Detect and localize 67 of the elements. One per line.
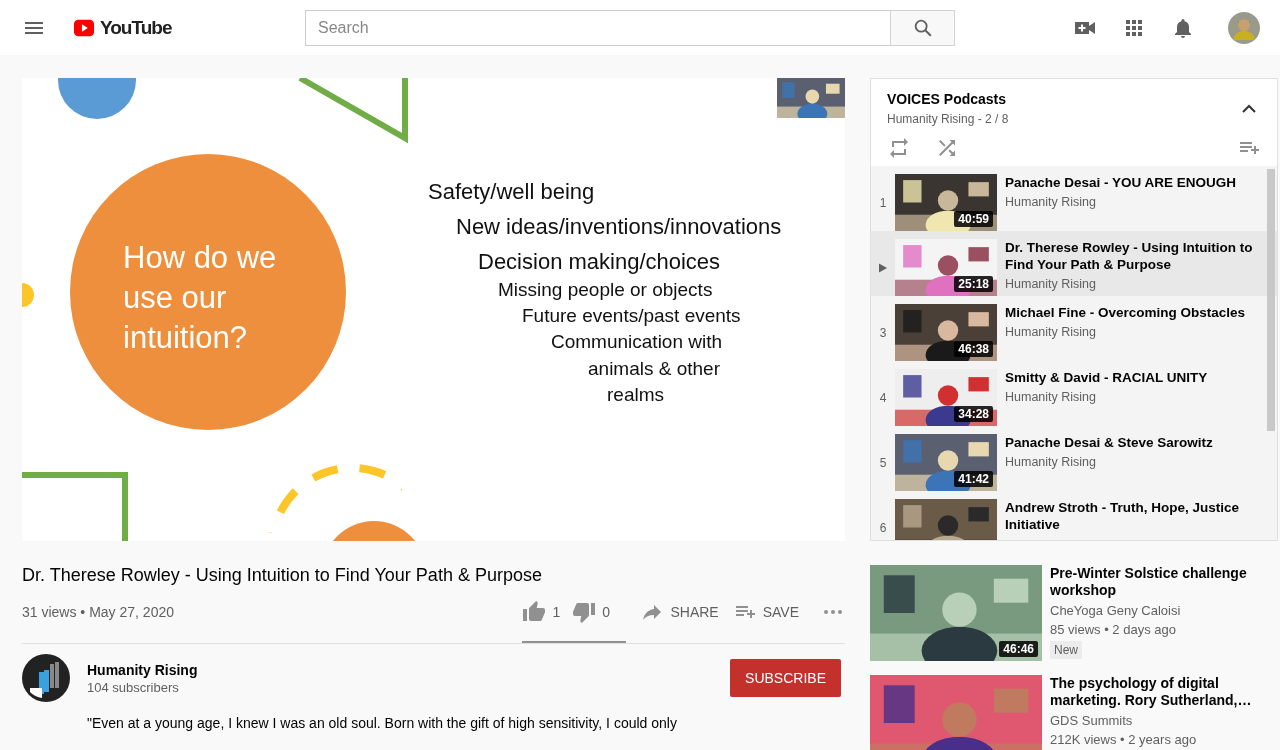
dislike-button[interactable]: 0 (572, 595, 611, 629)
channel-name: Humanity Rising (1005, 277, 1097, 291)
video-title: The psychology of digital marketing. Rory Sutherland,… (1050, 675, 1253, 709)
slide-text: Future events/past events (522, 305, 741, 328)
slide-text: realms (607, 384, 664, 407)
channel-name: Humanity Rising (1005, 390, 1097, 404)
video-meta: 85 views • 2 days ago (1050, 622, 1177, 637)
playlist-item[interactable]: 5 41:42 Panache Desai & Steve Sarowitz Humanity Rising (871, 426, 1277, 491)
slide-text: animals & other (588, 358, 720, 381)
recommended-video[interactable]: The psychology of digital marketing. Rory Sutherland,… GDS Summits 212K views • 2 years ago (870, 675, 1278, 750)
video-title: Panache Desai - YOU ARE ENOUGH (1005, 174, 1238, 191)
duration-badge: 41:42 (954, 471, 993, 487)
subscribe-button[interactable]: SUBSCRIBE (730, 659, 841, 697)
slide-text: Missing people or objects (498, 279, 713, 302)
channel-avatar-icon[interactable] (22, 654, 70, 702)
playlist-item[interactable]: 3 46:38 Michael Fine - Overcoming Obstacles Humanity Rising (871, 296, 1277, 361)
item-index: 4 (879, 390, 887, 405)
play-indicator-icon (877, 261, 889, 274)
slide-text: Communication with (551, 331, 723, 354)
duration-badge: 46:38 (954, 341, 993, 357)
video-title: Dr. Therese Rowley - Using Intuition to Find Your Path & Purpose (1005, 239, 1254, 273)
playlist-item[interactable]: 6 Andrew Stroth - Truth, Hope, Justice Initiative (871, 491, 1277, 540)
channel-name: Humanity Rising (1005, 455, 1097, 469)
video-description: "Even at a young age, I knew I was an old soul. Born with the gift of high sensitivity, I could only (87, 714, 678, 733)
playlist-item[interactable]: 4 34:28 Smitty & David - RACIAL UNITY Humanity Rising (871, 361, 1277, 426)
channel-name: Humanity Rising (1005, 325, 1097, 339)
share-button[interactable]: SHARE (640, 595, 719, 629)
thumbs-up-icon (522, 600, 547, 624)
item-index: 6 (879, 520, 887, 535)
search-button[interactable] (890, 9, 955, 46)
playlist-position: Humanity Rising - 2 / 8 (887, 112, 1009, 126)
channel-name: CheYoga Geny Caloisi (1050, 603, 1182, 618)
search-field[interactable]: Search (305, 9, 890, 46)
playlist-title[interactable]: VOICES Podcasts (887, 91, 1009, 107)
thumbs-down-icon (572, 600, 597, 624)
playlist-item[interactable]: 25:18 Dr. Therese Rowley - Using Intuition to Find Your Path & Purpose Humanity Rising (871, 231, 1277, 296)
duration-badge: 46:46 (999, 641, 1038, 657)
channel-name: GDS Summits (1050, 713, 1134, 728)
duration-badge: 34:28 (954, 406, 993, 422)
video-title: Pre-Winter Solstice challenge workshop (1050, 565, 1248, 599)
channel-name: Humanity Rising (1005, 195, 1097, 209)
slide-text: Safety/well being (428, 179, 595, 206)
video-title: Panache Desai & Steve Sarowitz (1005, 434, 1214, 451)
slide-text: New ideas/inventions/innovations (456, 214, 782, 241)
video-title: Smitty & David - RACIAL UNITY (1005, 369, 1209, 386)
video-meta: 31 views • May 27, 2020 (22, 604, 174, 620)
avatar-icon[interactable] (1228, 11, 1260, 44)
scrollbar-thumb[interactable] (1267, 169, 1275, 431)
item-index: 5 (879, 455, 887, 470)
like-button[interactable]: 1 (522, 595, 561, 629)
recommended-video[interactable]: 46:46 Pre-Winter Solstice challenge workshop CheYoga Geny Caloisi 85 views • 2 days ago New (870, 565, 1278, 661)
video-title: Michael Fine - Overcoming Obstacles (1005, 304, 1247, 321)
video-meta: 212K views • 2 years ago (1050, 732, 1198, 747)
subscriber-count: 104 subscribers (87, 679, 180, 695)
logo[interactable]: YouTube (70, 16, 172, 39)
slide-text: Decision making/choices (478, 249, 721, 276)
new-badge: New (1050, 641, 1082, 659)
channel-name[interactable]: Humanity Rising (87, 661, 731, 678)
duration-badge: 40:59 (954, 211, 993, 227)
slide-heading: How do we use our intuition? (123, 239, 278, 357)
duration-badge: 25:18 (954, 276, 993, 292)
item-index: 3 (879, 325, 887, 340)
save-button[interactable]: SAVE (732, 595, 799, 629)
video-title: Andrew Stroth - Truth, Hope, Justice Initiative (1005, 499, 1240, 533)
item-index: 1 (879, 195, 887, 210)
video-title: Dr. Therese Rowley - Using Intuition to Find Your Path & Purpose (22, 564, 543, 587)
video-slide[interactable]: How do we use our intuition? Safety/well being New ideas/inventions/innovations Decision making/choices Missing people or objects Future events/past events Communication with animals & other realms (22, 78, 845, 541)
